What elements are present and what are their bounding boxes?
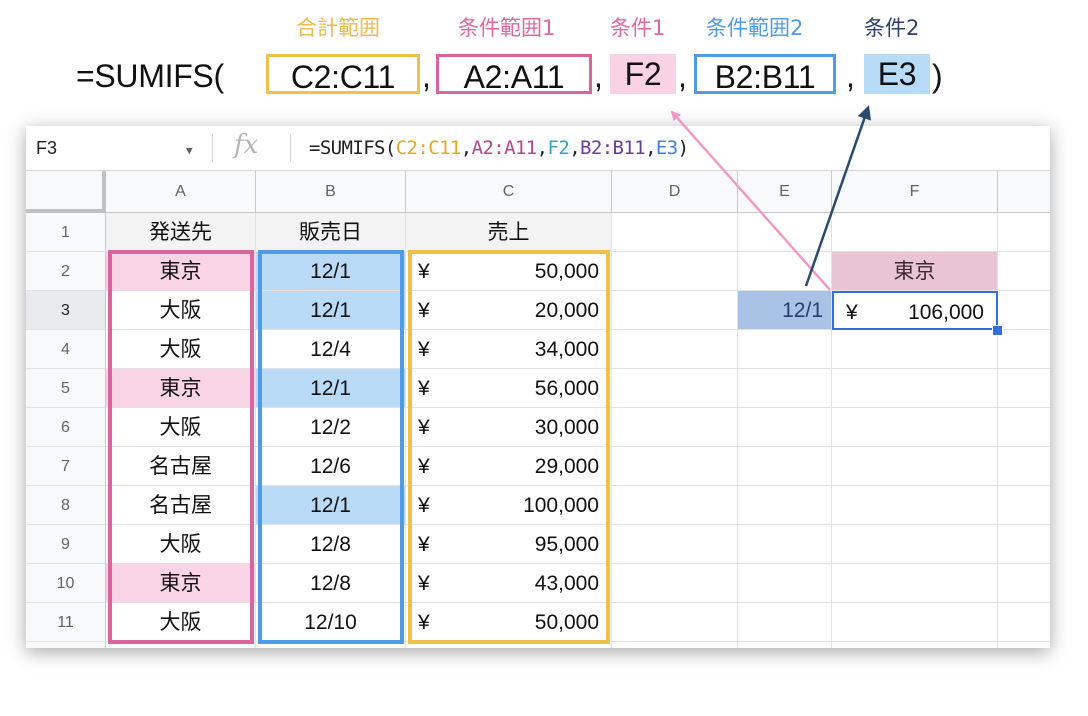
annotation-arrows: [670, 105, 871, 291]
arrow-f2-to-criteria1: [670, 110, 831, 291]
arrow-e3-to-criteria2: [804, 105, 871, 287]
